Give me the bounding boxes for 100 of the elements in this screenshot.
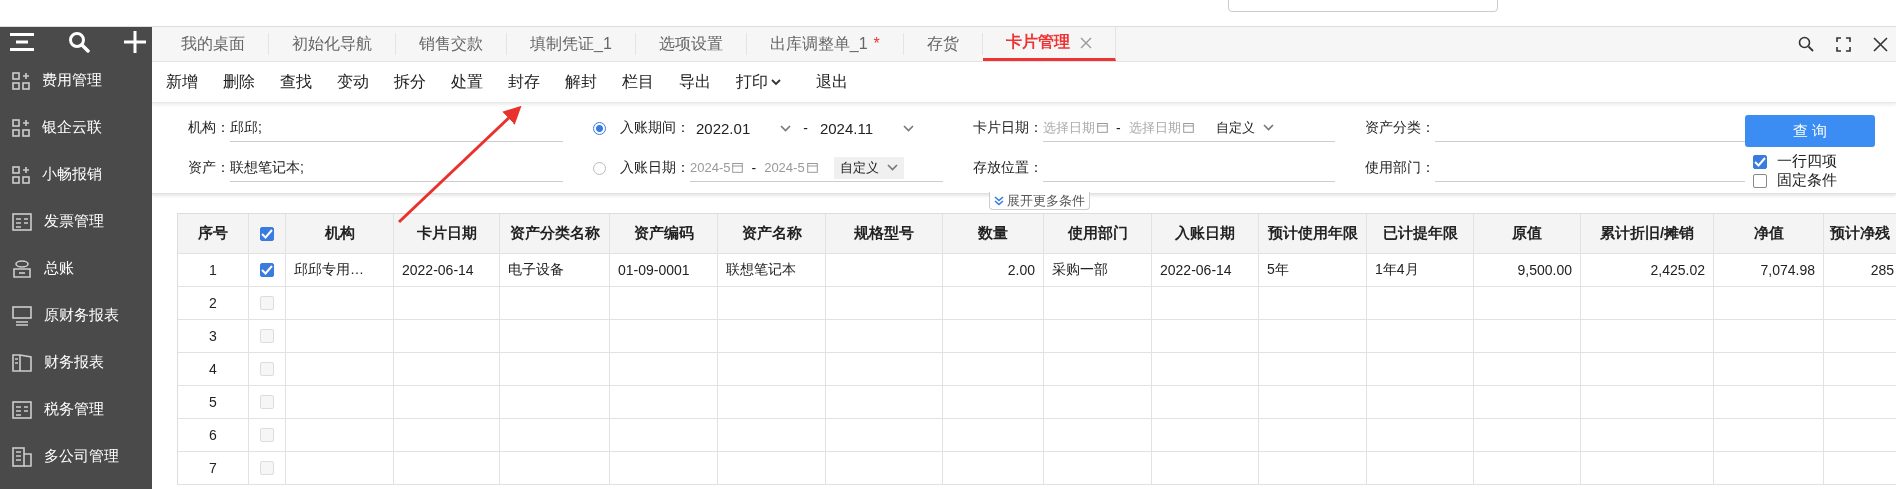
chevron-down-icon xyxy=(903,124,914,132)
range-mode-select[interactable]: 自定义 xyxy=(833,156,904,179)
toolbar-button[interactable]: 新增 xyxy=(166,71,198,93)
grid-icon xyxy=(12,165,30,184)
table-cell: 邱邱专用… xyxy=(286,254,394,287)
table-cell: 联想笔记本 xyxy=(718,254,826,287)
field-label: 卡片日期： xyxy=(973,119,1043,137)
double-chevron-icon xyxy=(993,195,1004,206)
chart-icon xyxy=(12,305,32,326)
period-end-select[interactable]: 2024.11 xyxy=(813,119,920,137)
tab[interactable]: 存货 xyxy=(903,33,983,55)
range-separator: - xyxy=(803,120,808,136)
table-cell: 2,425.02 xyxy=(1581,254,1714,287)
fullscreen-icon[interactable] xyxy=(1836,36,1851,52)
toolbar-button[interactable]: 查找 xyxy=(280,71,312,93)
select-all-checkbox[interactable] xyxy=(260,226,274,241)
column-header: 卡片日期 xyxy=(394,214,500,254)
row-checkbox[interactable] xyxy=(260,263,274,277)
table-cell: 285 xyxy=(1824,254,1896,287)
range-mode-select[interactable]: 自定义 xyxy=(1209,116,1280,139)
field-label: 资产： xyxy=(188,159,230,177)
column-header: 资产分类名称 xyxy=(500,214,610,254)
table-cell: 5年 xyxy=(1259,254,1367,287)
column-header: 资产编码 xyxy=(610,214,718,254)
toolbar-button[interactable]: 栏目 xyxy=(622,71,654,93)
period-start-select[interactable]: 2022.01 xyxy=(690,119,798,137)
sidebar-item[interactable]: 财务报表 xyxy=(44,353,104,372)
tab[interactable]: 初始化导航 xyxy=(269,33,396,55)
field-label: 机构： xyxy=(188,119,230,137)
tab[interactable]: 卡片管理 xyxy=(982,27,1116,61)
grid-icon xyxy=(12,118,30,137)
asset-field[interactable]: 联想笔记本; xyxy=(230,154,563,182)
sidebar-item[interactable]: 多公司管理 xyxy=(44,447,119,466)
row-number: 1 xyxy=(178,254,249,287)
row-number: 4 xyxy=(178,353,249,386)
sidebar-item[interactable]: 税务管理 xyxy=(44,400,104,419)
tab[interactable]: 填制凭证_1 xyxy=(507,33,636,55)
table-cell: 2022-06-14 xyxy=(1152,254,1259,287)
chevron-down-icon xyxy=(1262,124,1274,131)
toolbar-button[interactable]: 变动 xyxy=(337,71,369,93)
checkbox[interactable] xyxy=(1753,173,1767,188)
checkbox-label: 固定条件 xyxy=(1777,171,1837,190)
column-header: 预计使用年限 xyxy=(1259,214,1367,254)
column-header: 入账日期 xyxy=(1152,214,1259,254)
calendar-icon xyxy=(732,162,744,173)
tab[interactable]: 选项设置 xyxy=(635,33,747,55)
calendar-icon xyxy=(1097,122,1108,133)
building-icon xyxy=(12,446,32,467)
tab[interactable]: 我的桌面 xyxy=(158,33,269,55)
field-label: 资产分类： xyxy=(1365,119,1435,137)
field-label: 入账期间： xyxy=(620,119,690,137)
toolbar-button[interactable]: 打印 xyxy=(736,71,781,93)
toolbar-button[interactable]: 解封 xyxy=(565,71,597,93)
table-cell: 9,500.00 xyxy=(1474,254,1581,287)
toolbar-button[interactable]: 封存 xyxy=(508,71,540,93)
range-separator: - xyxy=(751,159,757,176)
search-icon[interactable] xyxy=(68,31,90,53)
checkbox[interactable] xyxy=(1753,154,1767,169)
radio-button[interactable] xyxy=(593,121,606,135)
expand-conditions-button[interactable]: 展开更多条件 xyxy=(988,192,1090,210)
row-number: 6 xyxy=(178,419,249,452)
toolbar-button[interactable]: 处置 xyxy=(451,71,483,93)
document-icon xyxy=(12,212,32,231)
table-cell: 电子设备 xyxy=(500,254,610,287)
org-field[interactable]: 邱邱; xyxy=(230,114,563,142)
toolbar-button[interactable]: 拆分 xyxy=(394,71,426,93)
sidebar-item[interactable]: 银企云联 xyxy=(42,118,102,137)
column-header: 序号 xyxy=(178,214,249,254)
sidebar-item[interactable]: 发票管理 xyxy=(44,212,104,231)
field-label: 入账日期： xyxy=(620,159,690,177)
menu-icon[interactable] xyxy=(10,32,34,52)
field-label: 使用部门： xyxy=(1365,159,1435,177)
table-cell: 1年4月 xyxy=(1367,254,1474,287)
column-header: 累计折旧/摊销 xyxy=(1581,214,1714,254)
sidebar-item[interactable]: 总账 xyxy=(44,259,74,278)
calendar-icon xyxy=(806,162,818,173)
toolbar-button[interactable]: 退出 xyxy=(816,71,848,93)
table-cell: 采购一部 xyxy=(1044,254,1152,287)
table-cell: 2022-06-14 xyxy=(394,254,500,287)
row-number: 3 xyxy=(178,320,249,353)
row-number: 5 xyxy=(178,386,249,419)
toolbar-button[interactable]: 删除 xyxy=(223,71,255,93)
toolbar-button[interactable]: 导出 xyxy=(679,71,711,93)
calendar-icon xyxy=(1182,122,1194,133)
tab[interactable]: 销售交款 xyxy=(396,33,507,55)
add-icon[interactable] xyxy=(124,31,146,53)
column-header: 规格型号 xyxy=(826,214,943,254)
field-label: 存放位置： xyxy=(973,159,1043,177)
column-header: 使用部门 xyxy=(1044,214,1152,254)
column-header: 预计净残 xyxy=(1824,214,1896,254)
grid-icon xyxy=(12,71,30,90)
range-separator: - xyxy=(1116,119,1121,136)
close-icon[interactable] xyxy=(1873,36,1888,52)
table-cell: 7,074.98 xyxy=(1714,254,1824,287)
sidebar-item[interactable]: 原财务报表 xyxy=(44,306,119,325)
tab[interactable]: 出库调整单_1 * xyxy=(746,33,904,55)
sidebar-item[interactable]: 费用管理 xyxy=(42,71,102,90)
sidebar-item[interactable]: 小畅报销 xyxy=(42,165,102,184)
column-header: 净值 xyxy=(1714,214,1824,254)
search-icon[interactable] xyxy=(1798,36,1814,52)
